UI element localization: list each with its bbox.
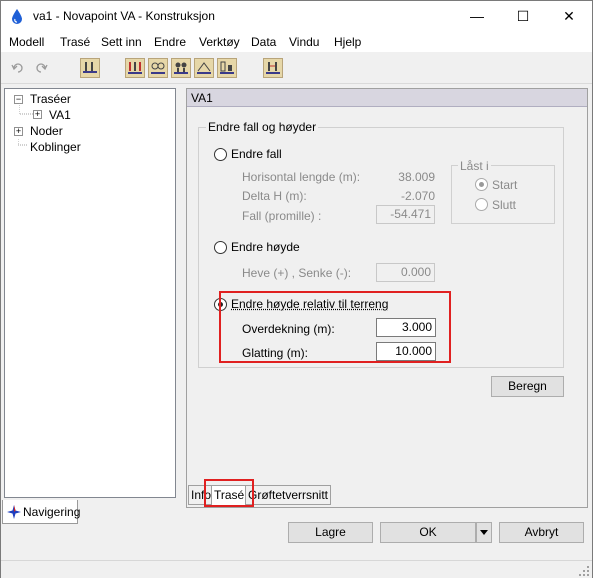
- radio-last-start[interactable]: [475, 178, 488, 191]
- close-button[interactable]: ✕: [546, 1, 592, 32]
- menu-bar: Modell Trasé Sett inn Endre Verktøy Data…: [1, 32, 592, 52]
- delta-h-value: -2.070: [400, 189, 435, 203]
- minimize-button[interactable]: —: [454, 1, 500, 32]
- endre-hoyde-label: Endre høyde: [231, 240, 300, 254]
- properties-panel: VA1 Endre fall og høyder Endre fall Hori…: [186, 88, 588, 508]
- horisontal-lengde-label: Horisontal lengde (m):: [242, 170, 361, 184]
- resize-grip-icon[interactable]: [578, 565, 590, 577]
- horisontal-lengde-value: 38.009: [398, 170, 435, 184]
- menu-endre[interactable]: Endre: [154, 35, 186, 49]
- navigation-tree: − Traséer + VA1 + Noder Koblinger: [4, 88, 176, 498]
- compass-star-icon: [7, 505, 21, 519]
- radio-endre-hoyde[interactable]: [214, 241, 227, 254]
- menu-modell[interactable]: Modell: [9, 35, 44, 49]
- insert-node-icon[interactable]: [125, 58, 145, 78]
- app-window: va1 - Novapoint VA - Konstruksjon — ☐ ✕ …: [0, 0, 593, 578]
- title-bar: va1 - Novapoint VA - Konstruksjon — ☐ ✕: [1, 1, 592, 32]
- app-drop-icon: [12, 9, 22, 24]
- radio-endre-fall[interactable]: [214, 148, 227, 161]
- tab-navigering[interactable]: Navigering: [2, 500, 81, 524]
- beregn-button[interactable]: Beregn: [491, 376, 564, 397]
- panel-header: VA1: [187, 89, 587, 107]
- radio-last-slutt[interactable]: [475, 198, 488, 211]
- valve-icon[interactable]: [171, 58, 191, 78]
- lagre-button[interactable]: Lagre: [288, 522, 373, 543]
- heve-senke-label: Heve (+) , Senke (-):: [242, 266, 352, 280]
- toolbar: [1, 52, 592, 84]
- tree-line: [19, 103, 33, 115]
- ok-dropdown-button[interactable]: [476, 522, 492, 543]
- menu-vindu[interactable]: Vindu: [289, 35, 319, 49]
- chevron-down-icon: [480, 530, 488, 535]
- last-start-label: Start: [492, 178, 518, 192]
- menu-data[interactable]: Data: [251, 35, 276, 49]
- last-group-title: Låst i: [458, 159, 491, 173]
- window-title: va1 - Novapoint VA - Konstruksjon: [33, 9, 215, 23]
- tab-groftetverrsnitt[interactable]: Grøftetverrsnitt: [245, 485, 332, 505]
- delta-h-label: Delta H (m):: [242, 189, 307, 203]
- nav-tab-label: Navigering: [23, 505, 81, 519]
- split-pipe-icon[interactable]: [263, 58, 283, 78]
- tree-item-noder[interactable]: Noder: [30, 124, 63, 138]
- fall-promille-field[interactable]: -54.471: [376, 205, 435, 224]
- tree-item-koblinger[interactable]: Koblinger: [30, 140, 81, 154]
- ok-button[interactable]: OK: [380, 522, 476, 543]
- heve-senke-field[interactable]: 0.000: [376, 263, 435, 282]
- last-group: [451, 165, 555, 224]
- menu-sett-inn[interactable]: Sett inn: [101, 35, 142, 49]
- level-icon[interactable]: [217, 58, 237, 78]
- profile-icon[interactable]: [194, 58, 214, 78]
- tree-item-va1[interactable]: VA1: [49, 108, 71, 122]
- highlight-box-relativ: [219, 291, 451, 363]
- maximize-button[interactable]: ☐: [500, 1, 546, 32]
- undo-icon[interactable]: [11, 62, 25, 74]
- pipe-tool-icon[interactable]: [80, 58, 100, 78]
- fall-promille-label: Fall (promille) :: [242, 209, 322, 223]
- menu-verktoy[interactable]: Verktøy: [199, 35, 240, 49]
- menu-hjelp[interactable]: Hjelp: [334, 35, 361, 49]
- panel-title: VA1: [191, 91, 213, 105]
- last-slutt-label: Slutt: [492, 198, 517, 212]
- menu-trase[interactable]: Trasé: [60, 35, 90, 49]
- expand-noder-icon[interactable]: +: [14, 127, 23, 136]
- status-bar: [1, 560, 592, 578]
- group-title: Endre fall og høyder: [206, 120, 319, 134]
- endre-fall-label: Endre fall: [231, 147, 282, 161]
- redo-icon[interactable]: [34, 62, 48, 74]
- avbryt-button[interactable]: Avbryt: [499, 522, 584, 543]
- highlight-box-trase-tab: [204, 479, 254, 507]
- manhole-icon[interactable]: [148, 58, 168, 78]
